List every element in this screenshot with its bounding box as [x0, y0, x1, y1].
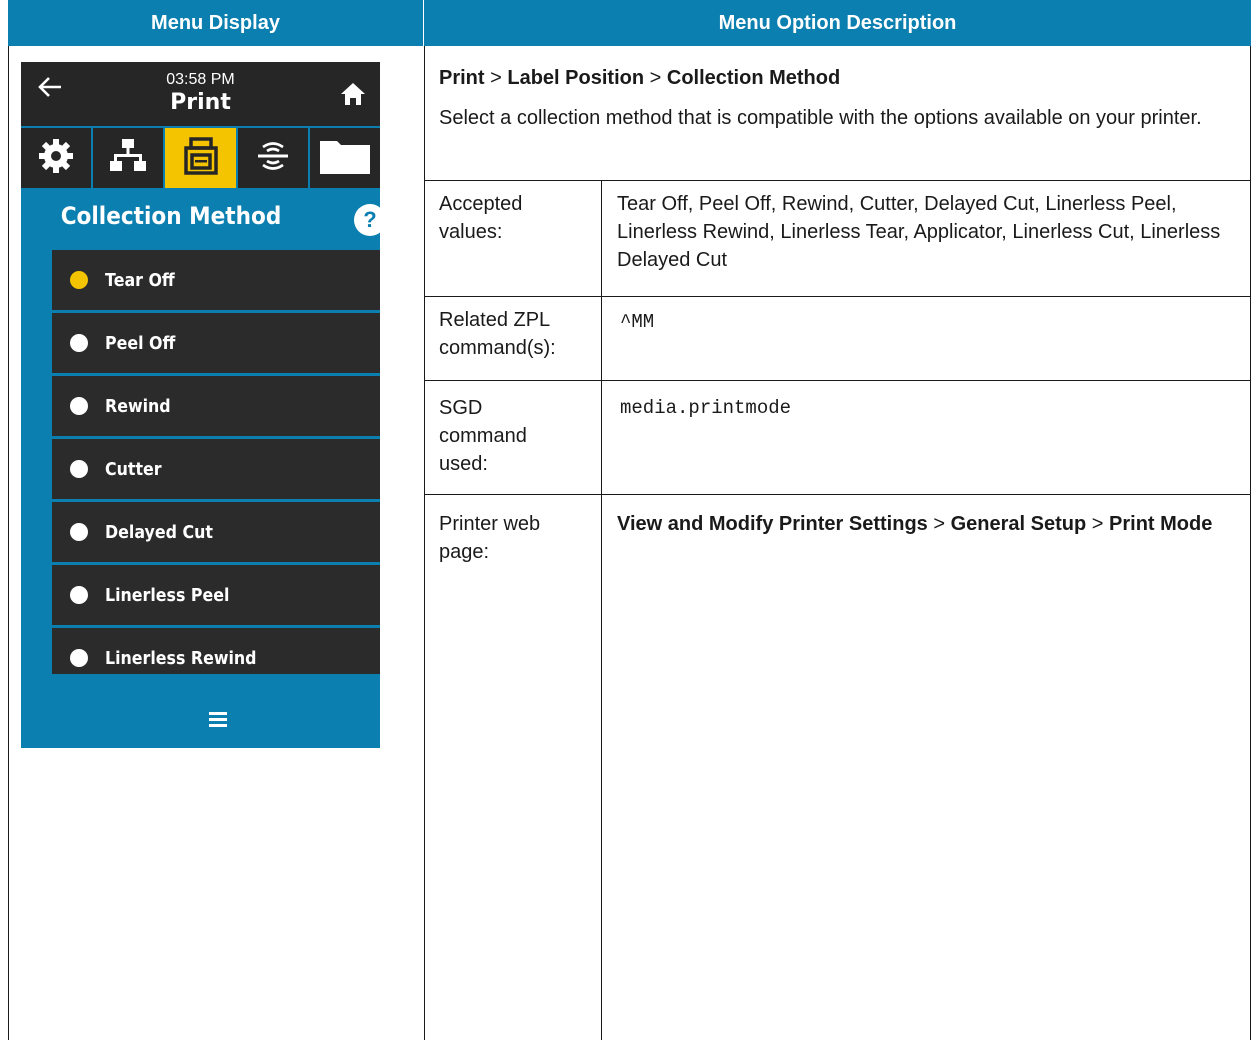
radio-icon — [70, 460, 88, 478]
web-page-item: View and Modify Printer Settings — [617, 513, 928, 535]
row-label: Related ZPL command(s): — [439, 309, 556, 359]
network-icon — [110, 138, 147, 179]
gear-icon — [37, 137, 75, 180]
connectivity-icon — [255, 138, 291, 179]
radio-icon — [70, 397, 88, 415]
radio-selected-icon — [70, 271, 88, 289]
table-rule — [424, 380, 1251, 381]
intro-text: Select a collection method that is compa… — [439, 107, 1202, 129]
breadcrumb-item: Collection Method — [666, 67, 841, 89]
breadcrumb: Print > Label Position > Collection Meth… — [439, 64, 840, 92]
table-rule — [424, 494, 1251, 495]
radio-icon — [70, 523, 88, 541]
list-item[interactable]: Linerless Peel — [52, 565, 380, 625]
separator: > — [1091, 513, 1104, 535]
list-item[interactable]: Cutter — [52, 439, 380, 499]
row-value: View and Modify Printer Settings > Gener… — [617, 510, 1237, 538]
list-item[interactable]: Rewind — [52, 376, 380, 436]
list-item[interactable]: Linerless Rewind — [52, 628, 380, 674]
header-menu-display: Menu Display — [8, 0, 423, 46]
item-label: Linerless Peel — [105, 584, 230, 606]
item-label: Cutter — [105, 458, 162, 480]
breadcrumb-separator: > — [490, 67, 502, 89]
list-item[interactable]: Tear Off — [52, 250, 380, 310]
item-label: Delayed Cut — [105, 521, 213, 543]
item-label: Linerless Rewind — [105, 647, 257, 669]
menu-tabs — [21, 128, 380, 188]
hamburger-menu-icon[interactable] — [209, 712, 227, 728]
folder-icon — [319, 137, 371, 180]
web-page-item: Print Mode — [1109, 513, 1213, 535]
radio-icon — [70, 334, 88, 352]
tab-storage[interactable] — [310, 128, 380, 188]
row-label: Printer web page: — [439, 513, 541, 563]
table-rule — [424, 180, 1251, 181]
radio-icon — [70, 586, 88, 604]
breadcrumb-item: Label Position — [507, 67, 645, 89]
tab-settings[interactable] — [21, 128, 94, 188]
column-divider — [424, 46, 425, 1040]
row-value: media.printmode — [620, 397, 792, 419]
clock: 03:58 PM — [166, 71, 235, 88]
radio-icon — [70, 649, 88, 667]
help-icon[interactable]: ? — [354, 204, 386, 236]
breadcrumb-item: Print — [439, 67, 485, 89]
header-menu-option-description: Menu Option Description — [424, 0, 1251, 46]
tab-connectivity[interactable] — [238, 128, 310, 188]
list-item[interactable]: Peel Off — [52, 313, 380, 373]
device-title: Print — [170, 90, 231, 115]
row-value: ^MM — [620, 311, 655, 333]
separator: > — [933, 513, 946, 535]
table-column-rule — [601, 180, 602, 1040]
home-icon[interactable] — [340, 82, 366, 106]
item-label: Rewind — [105, 395, 171, 417]
row-label: Accepted values: — [439, 193, 523, 243]
tab-network[interactable] — [93, 128, 166, 188]
list-item[interactable]: Delayed Cut — [52, 502, 380, 562]
row-label: SGD command used: — [439, 397, 527, 475]
status-bar: 03:58 PM Print — [21, 62, 380, 126]
table-rule — [424, 296, 1251, 297]
web-page-item: General Setup — [950, 513, 1087, 535]
item-label: Peel Off — [105, 332, 176, 354]
row-value: Tear Off, Peel Off, Rewind, Cutter, Dela… — [617, 193, 1221, 271]
screen-title: Collection Method — [60, 202, 282, 230]
printer-icon — [183, 136, 219, 181]
item-label: Tear Off — [105, 269, 175, 291]
tab-print[interactable] — [165, 128, 238, 188]
collection-method-list: Tear Off Peel Off Rewind Cutter Delayed … — [52, 250, 380, 674]
printer-display: 03:58 PM Print Collection Method ? Tear … — [21, 62, 386, 748]
breadcrumb-separator: > — [649, 67, 662, 89]
